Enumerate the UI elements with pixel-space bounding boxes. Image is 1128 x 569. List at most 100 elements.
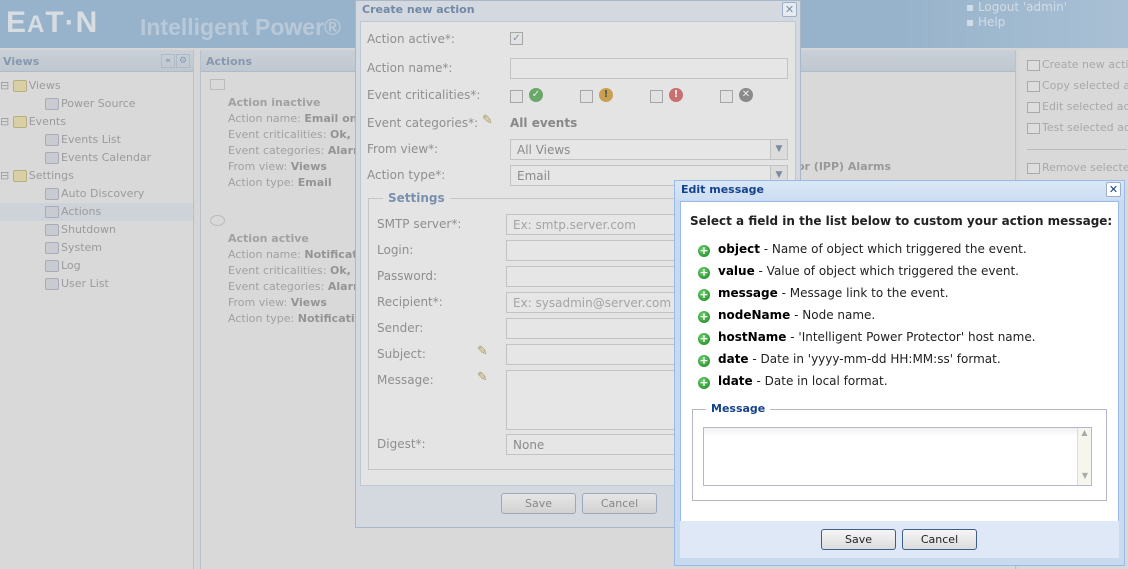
- login-label: Login:: [377, 243, 414, 257]
- edit-message-pencil-icon[interactable]: ✎: [477, 370, 488, 385]
- remove-action-button[interactable]: Remove selected: [1027, 161, 1128, 174]
- shutdown-icon: [45, 224, 59, 236]
- criticalities-label: Event criticalities*:: [367, 88, 481, 102]
- action-name-label: Action name*:: [367, 61, 453, 75]
- message-legend: Message: [706, 402, 771, 415]
- tree-item-settings[interactable]: ⊟ Settings: [0, 167, 193, 185]
- tree-item-actions[interactable]: Actions: [0, 203, 193, 221]
- field-name: hostName: [718, 330, 787, 344]
- tree-item-auto-discovery[interactable]: Auto Discovery: [0, 185, 193, 203]
- close-icon[interactable]: ✕: [1106, 182, 1121, 197]
- edit-action-button[interactable]: Edit selected actio: [1027, 100, 1128, 113]
- toolbar-label: Remove selected: [1042, 161, 1128, 174]
- settings-icon[interactable]: ⚙: [176, 54, 190, 68]
- action-categories-partial: or (IPP) Alarms: [797, 160, 892, 173]
- tree-item-events-calendar[interactable]: Events Calendar: [0, 149, 193, 167]
- add-field-icon[interactable]: +: [698, 311, 710, 323]
- tree-item-shutdown[interactable]: Shutdown: [0, 221, 193, 239]
- tree-item-label: Events: [28, 115, 66, 128]
- scroll-down-icon[interactable]: ▼: [1078, 471, 1092, 485]
- tree-item-label: User List: [61, 277, 109, 290]
- views-panel: Views « ⚙ ⊟ Views Power Source ⊟ Events Eve…: [0, 50, 194, 569]
- tree-item-user-list[interactable]: User List: [0, 275, 193, 293]
- field-value[interactable]: + value - Value of object which triggered…: [698, 264, 1019, 279]
- field-description: - 'Intelligent Power Protector' host nam…: [786, 330, 1036, 344]
- edit-action-icon: [1027, 101, 1040, 113]
- field-label: Event categories:: [228, 280, 325, 293]
- tree-item-system[interactable]: System: [0, 239, 193, 257]
- add-field-icon[interactable]: +: [698, 289, 710, 301]
- add-field-icon[interactable]: +: [698, 267, 710, 279]
- field-description: - Node name.: [790, 308, 876, 322]
- close-icon[interactable]: ✕: [782, 2, 797, 17]
- action-active-checkbox[interactable]: ✓: [510, 32, 523, 45]
- ok-checkbox[interactable]: [510, 90, 523, 103]
- toolbar-label: Test selected acti: [1042, 121, 1128, 134]
- scroll-up-icon[interactable]: ▲: [1078, 428, 1091, 442]
- copy-action-button[interactable]: Copy selected act: [1027, 79, 1128, 92]
- field-description: - Value of object which triggered the ev…: [754, 264, 1019, 278]
- tree-item-events-list[interactable]: Events List: [0, 131, 193, 149]
- add-field-icon[interactable]: +: [698, 355, 710, 367]
- instruction-text: Select a field in the list below to cust…: [690, 214, 1113, 228]
- action-name-input[interactable]: [510, 58, 788, 79]
- edit-subject-pencil-icon[interactable]: ✎: [477, 344, 488, 359]
- collapse-toggle-icon[interactable]: ⊟: [0, 169, 13, 182]
- events-list-icon: [45, 134, 59, 146]
- save-button[interactable]: Save: [821, 529, 896, 550]
- tree-item-label: Power Source: [61, 97, 136, 110]
- unknown-checkbox[interactable]: [720, 90, 733, 103]
- add-field-icon[interactable]: +: [698, 377, 710, 389]
- users-icon: [45, 278, 59, 290]
- critical-icon: !: [669, 88, 683, 102]
- field-label: Event categories:: [228, 144, 325, 157]
- ok-icon: ✓: [529, 88, 543, 102]
- collapse-toggle-icon[interactable]: ⊟: [0, 79, 13, 92]
- warning-checkbox[interactable]: [580, 90, 593, 103]
- field-description: - Message link to the event.: [777, 286, 949, 300]
- chevron-down-icon[interactable]: ▼: [770, 140, 787, 159]
- test-action-button[interactable]: Test selected acti: [1027, 121, 1128, 134]
- scrollbar[interactable]: ▲ ▼: [1077, 428, 1091, 485]
- field-label: Action type:: [228, 176, 295, 189]
- field-value: Email: [297, 176, 332, 189]
- actions-icon: [45, 206, 59, 218]
- digest-label: Digest*:: [377, 437, 426, 451]
- log-icon: [45, 260, 59, 272]
- field-name: message: [718, 286, 778, 300]
- field-label: Action name:: [228, 112, 301, 125]
- field-message[interactable]: + message - Message link to the event.: [698, 286, 949, 301]
- logout-link[interactable]: ▪ Logout 'admin': [966, 0, 1067, 14]
- field-hostName[interactable]: + hostName - 'Intelligent Power Protector…: [698, 330, 1036, 345]
- save-button[interactable]: Save: [501, 493, 576, 514]
- cancel-button[interactable]: Cancel: [582, 493, 657, 514]
- field-object[interactable]: + object - Name of object which triggered…: [698, 242, 1027, 257]
- add-field-icon[interactable]: +: [698, 333, 710, 345]
- field-date[interactable]: + date - Date in 'yyyy-mm-dd HH:MM:ss' fo…: [698, 352, 1001, 367]
- collapse-icon[interactable]: «: [161, 54, 175, 68]
- from-view-select[interactable]: All Views ▼: [510, 139, 788, 160]
- create-action-button[interactable]: Create new action: [1027, 58, 1128, 71]
- edit-categories-pencil-icon[interactable]: ✎: [482, 113, 493, 128]
- cancel-button[interactable]: Cancel: [902, 529, 977, 550]
- gear-icon: [45, 242, 59, 254]
- dialog-footer: [680, 521, 1119, 558]
- tree-item-label: Views: [28, 79, 61, 92]
- field-name: value: [718, 264, 755, 278]
- tree-item-power-source[interactable]: Power Source: [0, 95, 193, 113]
- field-nodeName[interactable]: + nodeName - Node name.: [698, 308, 875, 323]
- field-label: Event criticalities:: [228, 264, 327, 277]
- field-ldate[interactable]: + ldate - Date in local format.: [698, 374, 888, 389]
- message-textarea[interactable]: [703, 427, 1092, 486]
- tree-item-views[interactable]: ⊟ Views: [0, 77, 193, 95]
- collapse-toggle-icon[interactable]: ⊟: [0, 115, 13, 128]
- folder-icon: [12, 80, 27, 92]
- help-link[interactable]: ▪ Help: [966, 15, 1005, 29]
- tree-item-log[interactable]: Log: [0, 257, 193, 275]
- tree-item-events[interactable]: ⊟ Events: [0, 113, 193, 131]
- critical-checkbox[interactable]: [650, 90, 663, 103]
- dialog-title: Create new action: [362, 3, 475, 16]
- field-name: date: [718, 352, 749, 366]
- action-type-label: Action type*:: [367, 168, 446, 182]
- add-field-icon[interactable]: +: [698, 245, 710, 257]
